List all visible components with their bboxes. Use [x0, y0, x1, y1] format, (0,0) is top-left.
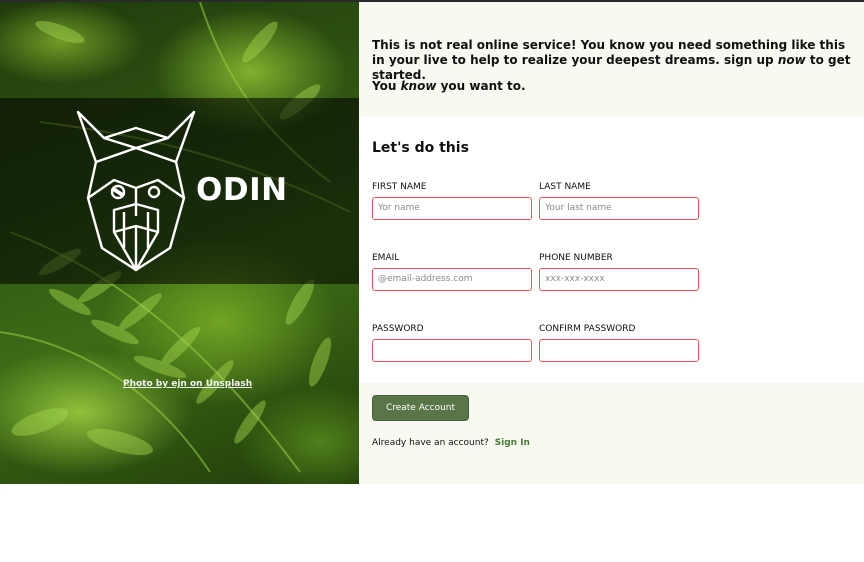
email-input[interactable]	[372, 267, 532, 291]
sign-in-link[interactable]: Sign In	[495, 438, 530, 448]
intro-tagline: You know you want to.	[372, 79, 526, 94]
first-name-label: FIRST NAME	[372, 182, 427, 192]
phone-input[interactable]	[539, 267, 699, 291]
confirm-password-field-group: CONFIRM PASSWORD	[539, 324, 699, 362]
last-name-field-group: LAST NAME	[539, 182, 699, 220]
email-label: EMAIL	[372, 253, 400, 263]
last-name-input[interactable]	[539, 196, 699, 220]
last-name-label: LAST NAME	[539, 182, 591, 192]
already-have-account-text: Already have an account?	[372, 438, 489, 448]
form-title: Let's do this	[372, 140, 469, 156]
confirm-password-label: CONFIRM PASSWORD	[539, 324, 636, 334]
tagline-text-end: you want to.	[436, 79, 526, 93]
photo-credit-link[interactable]: Photo by ejn on Unsplash	[123, 379, 252, 389]
confirm-password-input[interactable]	[539, 338, 699, 362]
tagline-text: You	[372, 79, 401, 93]
intro-panel: This is not real online service! You kno…	[359, 2, 864, 117]
signup-form: Let's do this FIRST NAME LAST NAME EMAIL…	[359, 117, 864, 383]
odin-viking-logo-icon	[76, 110, 196, 272]
intro-emphasis: now	[777, 53, 806, 67]
password-field-group: PASSWORD	[372, 324, 532, 362]
signin-prompt: Already have an account? Sign In	[372, 438, 530, 448]
email-field-group: EMAIL	[372, 253, 532, 291]
form-footer: Create Account Already have an account? …	[359, 383, 864, 484]
first-name-input[interactable]	[372, 196, 532, 220]
intro-paragraph: This is not real online service! You kno…	[372, 38, 852, 83]
first-name-field-group: FIRST NAME	[372, 182, 532, 220]
intro-text: This is not real online service! You kno…	[372, 38, 846, 67]
phone-label: PHONE NUMBER	[539, 253, 613, 263]
password-label: PASSWORD	[372, 324, 424, 334]
create-account-button[interactable]: Create Account	[372, 395, 469, 421]
brand-name: ODIN	[196, 172, 288, 208]
password-input[interactable]	[372, 338, 532, 362]
tagline-emphasis: know	[400, 79, 437, 93]
phone-field-group: PHONE NUMBER	[539, 253, 699, 291]
hero-panel: ODIN Photo by ejn on Unsplash	[0, 2, 359, 484]
